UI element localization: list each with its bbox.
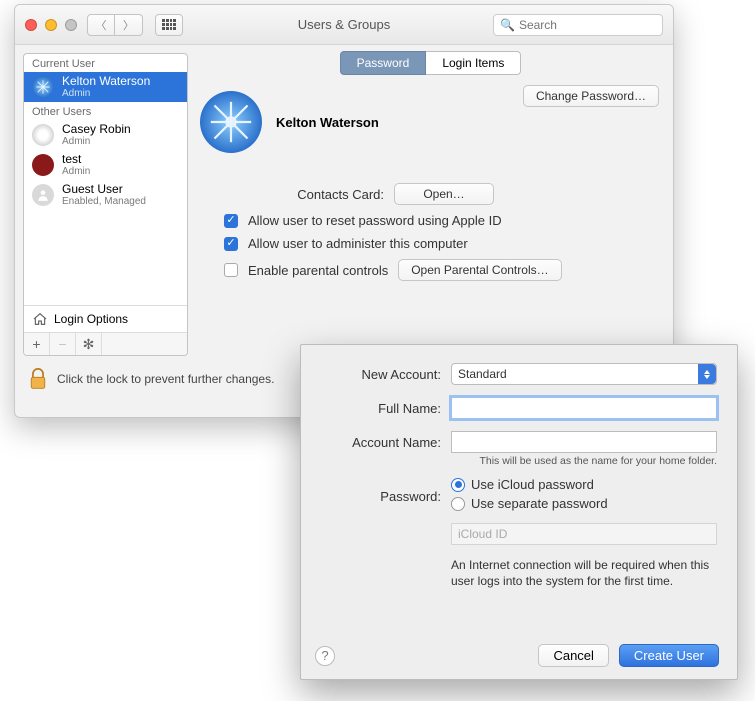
user-name: Kelton Waterson bbox=[62, 75, 150, 88]
parental-controls-label: Enable parental controls bbox=[248, 263, 388, 278]
titlebar: 〈 〉 Users & Groups 🔍 bbox=[15, 5, 673, 45]
new-account-value: Standard bbox=[458, 367, 507, 381]
user-role: Admin bbox=[62, 166, 90, 177]
user-role: Admin bbox=[62, 88, 150, 99]
help-button[interactable]: ? bbox=[315, 646, 335, 666]
snowflake-icon bbox=[35, 79, 51, 95]
sidebar-item-kelton[interactable]: Kelton Waterson Admin bbox=[24, 72, 187, 102]
open-contacts-button[interactable]: Open… bbox=[394, 183, 494, 205]
nav-buttons: 〈 〉 bbox=[87, 14, 143, 36]
parental-controls-checkbox[interactable] bbox=[224, 263, 238, 277]
users-sidebar: Current User Kelton Waterson Admin Other… bbox=[23, 53, 188, 356]
avatar-large[interactable] bbox=[200, 91, 262, 153]
search-icon: 🔍 bbox=[500, 18, 515, 32]
action-menu-button[interactable]: ✻ bbox=[76, 333, 102, 355]
login-options-button[interactable]: Login Options bbox=[24, 306, 187, 332]
chevron-updown-icon bbox=[698, 364, 716, 384]
change-password-button[interactable]: Change Password… bbox=[523, 85, 659, 107]
account-name-label: Account Name: bbox=[321, 435, 441, 450]
account-name-input[interactable] bbox=[451, 431, 717, 453]
use-separate-radio[interactable]: Use separate password bbox=[451, 496, 717, 511]
lock-text: Click the lock to prevent further change… bbox=[57, 372, 274, 386]
sidebar-footer: + − ✻ bbox=[24, 332, 187, 355]
current-user-header: Current User bbox=[24, 54, 187, 72]
search-input[interactable] bbox=[519, 18, 656, 32]
use-icloud-radio[interactable]: Use iCloud password bbox=[451, 477, 717, 492]
lock-icon[interactable] bbox=[29, 368, 47, 390]
minimize-icon[interactable] bbox=[45, 19, 57, 31]
window-controls bbox=[25, 19, 77, 31]
tab-password[interactable]: Password bbox=[340, 51, 427, 75]
use-icloud-label: Use iCloud password bbox=[471, 477, 594, 492]
radio-icon bbox=[451, 478, 465, 492]
avatar bbox=[32, 154, 54, 176]
full-name-input[interactable] bbox=[451, 397, 717, 419]
open-parental-controls-button[interactable]: Open Parental Controls… bbox=[398, 259, 561, 281]
snowflake-icon bbox=[209, 100, 253, 144]
allow-reset-checkbox[interactable] bbox=[224, 214, 238, 228]
house-icon bbox=[32, 312, 48, 326]
user-role: Enabled, Managed bbox=[62, 196, 146, 207]
close-icon[interactable] bbox=[25, 19, 37, 31]
avatar bbox=[32, 76, 54, 98]
icloud-id-placeholder: iCloud ID bbox=[458, 527, 507, 541]
detail-pane: Password Login Items Kelton Waterson Cha… bbox=[188, 45, 673, 356]
user-role: Admin bbox=[62, 136, 131, 147]
full-name-label: Full Name: bbox=[321, 401, 441, 416]
sidebar-item-casey[interactable]: Casey Robin Admin bbox=[24, 120, 187, 150]
allow-admin-checkbox[interactable] bbox=[224, 237, 238, 251]
cancel-button[interactable]: Cancel bbox=[538, 644, 608, 667]
new-account-sheet: New Account: Standard Full Name: Account… bbox=[300, 344, 738, 680]
window-body: Current User Kelton Waterson Admin Other… bbox=[15, 45, 673, 356]
avatar bbox=[32, 124, 54, 146]
forward-button[interactable]: 〉 bbox=[115, 14, 143, 36]
password-label: Password: bbox=[321, 489, 441, 504]
show-all-button[interactable] bbox=[155, 14, 183, 36]
zoom-icon[interactable] bbox=[65, 19, 77, 31]
connection-info: An Internet connection will be required … bbox=[451, 557, 717, 589]
tab-login-items[interactable]: Login Items bbox=[426, 51, 521, 75]
use-separate-label: Use separate password bbox=[471, 496, 608, 511]
sidebar-item-test[interactable]: test Admin bbox=[24, 150, 187, 180]
search-field[interactable]: 🔍 bbox=[493, 14, 663, 36]
sidebar-bottom: Login Options + − ✻ bbox=[24, 305, 187, 355]
user-name: Guest User bbox=[62, 183, 146, 196]
new-account-label: New Account: bbox=[321, 367, 441, 382]
back-button[interactable]: 〈 bbox=[87, 14, 115, 36]
allow-reset-label: Allow user to reset password using Apple… bbox=[248, 213, 502, 228]
sidebar-item-guest[interactable]: Guest User Enabled, Managed bbox=[24, 180, 187, 210]
user-controls: Contacts Card: Open… Allow user to reset… bbox=[224, 183, 661, 281]
login-options-label: Login Options bbox=[54, 312, 128, 326]
new-account-select[interactable]: Standard bbox=[451, 363, 717, 385]
detail-tabs: Password Login Items bbox=[200, 51, 661, 75]
avatar bbox=[32, 184, 54, 206]
create-user-button[interactable]: Create User bbox=[619, 644, 719, 667]
gear-icon: ✻ bbox=[83, 336, 95, 353]
add-user-button[interactable]: + bbox=[24, 333, 50, 355]
remove-user-button[interactable]: − bbox=[50, 333, 76, 355]
allow-admin-label: Allow user to administer this computer bbox=[248, 236, 468, 251]
user-name: Casey Robin bbox=[62, 123, 131, 136]
help-icon: ? bbox=[321, 648, 328, 663]
contacts-card-label: Contacts Card: bbox=[224, 187, 384, 202]
user-name: test bbox=[62, 153, 90, 166]
sheet-footer: ? Cancel Create User bbox=[315, 644, 719, 667]
radio-icon bbox=[451, 497, 465, 511]
icloud-id-input: iCloud ID bbox=[451, 523, 717, 545]
grid-icon bbox=[162, 19, 176, 31]
account-name-hint: This will be used as the name for your h… bbox=[453, 455, 717, 467]
other-users-header: Other Users bbox=[24, 102, 187, 120]
selected-user-name: Kelton Waterson bbox=[276, 115, 379, 130]
person-icon bbox=[36, 188, 50, 202]
